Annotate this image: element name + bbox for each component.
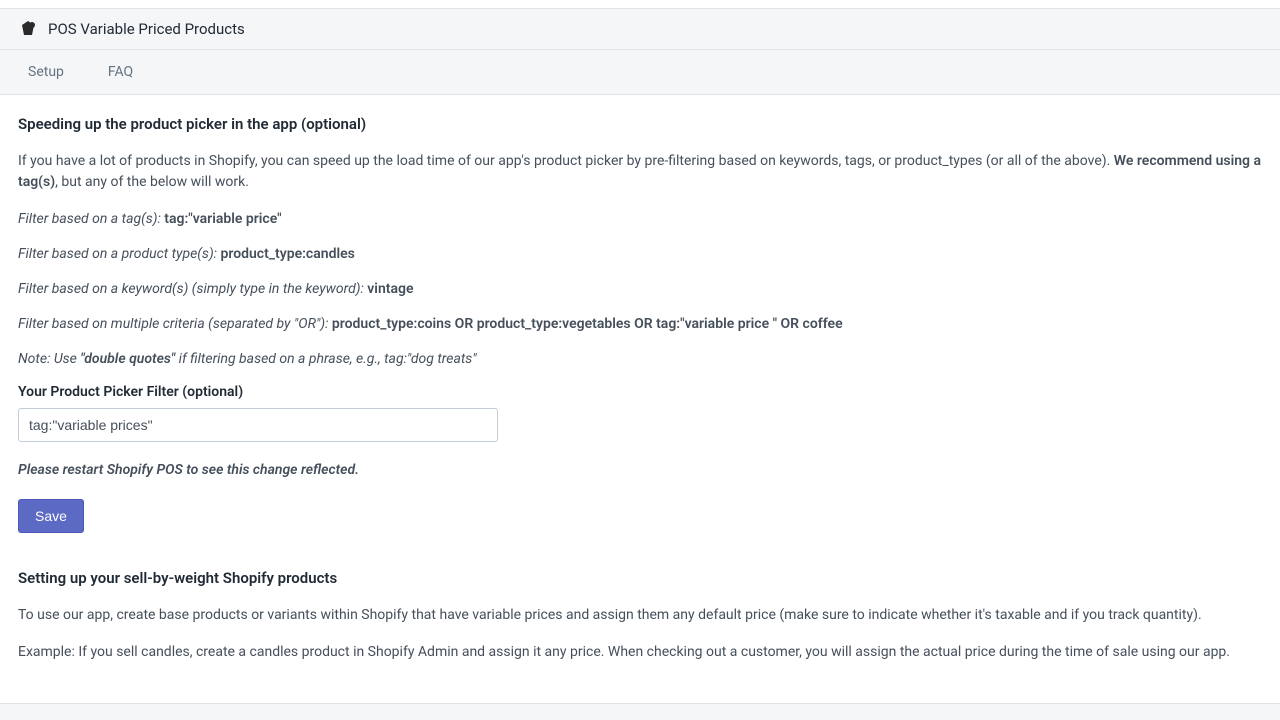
filter-keyword-label: Filter based on a keyword(s) (simply typ… <box>18 281 367 297</box>
note-bold: "double quotes" <box>80 351 175 367</box>
app-header: POS Variable Priced Products <box>0 9 1280 50</box>
tab-bar: Setup FAQ <box>0 50 1280 95</box>
tab-setup[interactable]: Setup <box>18 50 74 94</box>
filter-tag-label: Filter based on a tag(s): <box>18 211 164 227</box>
app-logo-icon <box>18 19 38 39</box>
filter-multi-label: Filter based on multiple criteria (separ… <box>18 316 332 332</box>
section2: Setting up your sell-by-weight Shopify p… <box>18 569 1262 663</box>
section1-heading: Speeding up the product picker in the ap… <box>18 115 1262 133</box>
intro-paragraph: If you have a lot of products in Shopify… <box>18 151 1262 193</box>
filter-type-label: Filter based on a product type(s): <box>18 246 220 262</box>
note-line: Note: Use "double quotes" if filtering b… <box>18 349 1262 370</box>
restart-note: Please restart Shopify POS to see this c… <box>18 460 1262 481</box>
intro-after: , but any of the below will work. <box>55 174 249 190</box>
filter-type-example: product_type:candles <box>220 246 354 262</box>
intro-before: If you have a lot of products in Shopify… <box>18 153 1114 169</box>
top-border <box>0 0 1280 9</box>
filter-keyword-example: vintage <box>367 281 413 297</box>
section2-heading: Setting up your sell-by-weight Shopify p… <box>18 569 1262 587</box>
app-title: POS Variable Priced Products <box>48 20 245 38</box>
filter-input-label: Your Product Picker Filter (optional) <box>18 384 1262 400</box>
filter-multi-example: product_type:coins OR product_type:veget… <box>332 316 843 332</box>
section2-p2: Example: If you sell candles, create a c… <box>18 642 1262 663</box>
filter-type-line: Filter based on a product type(s): produ… <box>18 244 1262 265</box>
note-after: if filtering based on a phrase, e.g., ta… <box>175 351 476 367</box>
tab-faq[interactable]: FAQ <box>98 50 143 94</box>
filter-tag-example: tag:"variable price" <box>164 211 281 227</box>
filter-tag-line: Filter based on a tag(s): tag:"variable … <box>18 209 1262 230</box>
filter-input[interactable] <box>18 408 498 442</box>
note-before: Note: Use <box>18 351 80 367</box>
filter-multi-line: Filter based on multiple criteria (separ… <box>18 314 1262 335</box>
section2-p1: To use our app, create base products or … <box>18 605 1262 626</box>
main-content: Speeding up the product picker in the ap… <box>0 95 1280 704</box>
save-button[interactable]: Save <box>18 499 84 533</box>
filter-keyword-line: Filter based on a keyword(s) (simply typ… <box>18 279 1262 300</box>
